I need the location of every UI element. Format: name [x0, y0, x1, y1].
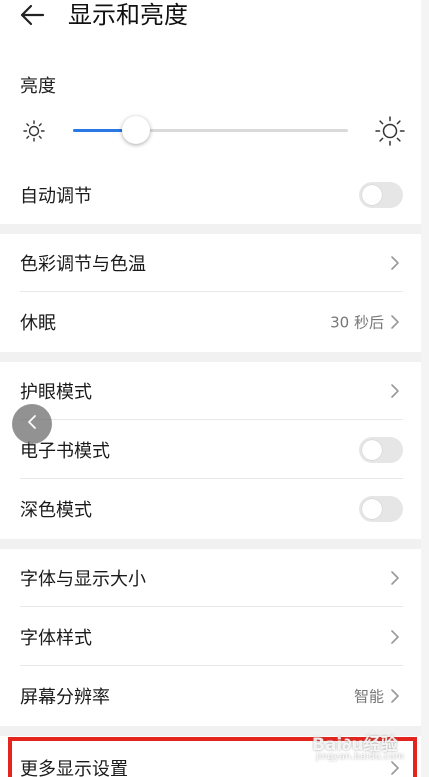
brightness-label: 亮度 — [20, 76, 56, 97]
auto-adjust-row[interactable]: 自动调节 — [0, 166, 421, 224]
chevron-right-icon — [389, 687, 401, 705]
resolution-value: 智能 — [353, 687, 384, 706]
chevron-right-icon — [389, 628, 401, 646]
color-temp-row[interactable]: 色彩调节与色温 — [0, 234, 421, 292]
dark-mode-toggle[interactable] — [359, 496, 403, 522]
font-size-row[interactable]: 字体与显示大小 — [0, 549, 421, 607]
brightness-slider[interactable] — [73, 116, 348, 144]
divider — [20, 291, 403, 292]
dark-mode-row[interactable]: 深色模式 — [0, 480, 421, 538]
resolution-label: 屏幕分辨率 — [20, 687, 110, 708]
chevron-right-icon — [389, 569, 401, 587]
chevron-right-icon — [389, 313, 401, 331]
toggle-knob — [362, 499, 382, 519]
eye-care-row[interactable]: 护眼模式 — [0, 362, 421, 420]
color-temp-label: 色彩调节与色温 — [20, 254, 146, 275]
toggle-knob — [362, 185, 382, 205]
divider — [20, 478, 403, 479]
section-gap — [0, 539, 421, 549]
font-style-label: 字体样式 — [20, 628, 92, 649]
arrow-left-icon[interactable] — [18, 3, 46, 27]
right-edge-strip — [421, 0, 429, 777]
toggle-knob — [362, 440, 382, 460]
chevron-right-icon — [389, 254, 401, 272]
ebook-toggle[interactable] — [359, 437, 403, 463]
divider — [20, 606, 403, 607]
sun-small-icon — [22, 119, 46, 143]
resolution-row[interactable]: 屏幕分辨率 智能 — [0, 667, 421, 725]
page-title: 显示和亮度 — [68, 1, 188, 29]
sun-large-icon — [374, 115, 406, 147]
section-gap — [0, 224, 421, 234]
auto-adjust-toggle[interactable] — [359, 182, 403, 208]
display-brightness-screen: 显示和亮度 亮度 自动调节 色彩调节与色温 休眠 30 秒后 护眼模式 电子书模… — [0, 0, 421, 777]
header: 显示和亮度 — [0, 0, 421, 40]
more-display-row[interactable]: 更多显示设置 — [0, 736, 421, 777]
ebook-row[interactable]: 电子书模式 — [0, 421, 421, 479]
sleep-row[interactable]: 休眠 30 秒后 — [0, 293, 421, 351]
divider — [20, 419, 403, 420]
sleep-label: 休眠 — [20, 313, 56, 334]
floating-back-button[interactable] — [12, 404, 52, 444]
brightness-slider-thumb[interactable] — [122, 116, 151, 144]
chevron-left-icon — [26, 414, 38, 434]
section-gap — [0, 352, 421, 362]
sleep-value: 30 秒后 — [330, 313, 384, 332]
chevron-right-icon — [389, 759, 401, 777]
brightness-slider-row — [0, 110, 421, 150]
eye-care-label: 护眼模式 — [20, 382, 92, 403]
dark-mode-label: 深色模式 — [20, 500, 92, 521]
chevron-right-icon — [389, 382, 401, 400]
section-gap — [0, 726, 421, 736]
font-style-row[interactable]: 字体样式 — [0, 608, 421, 666]
auto-adjust-label: 自动调节 — [20, 186, 92, 207]
font-size-label: 字体与显示大小 — [20, 569, 146, 590]
more-display-label: 更多显示设置 — [20, 759, 128, 777]
divider — [20, 665, 403, 666]
